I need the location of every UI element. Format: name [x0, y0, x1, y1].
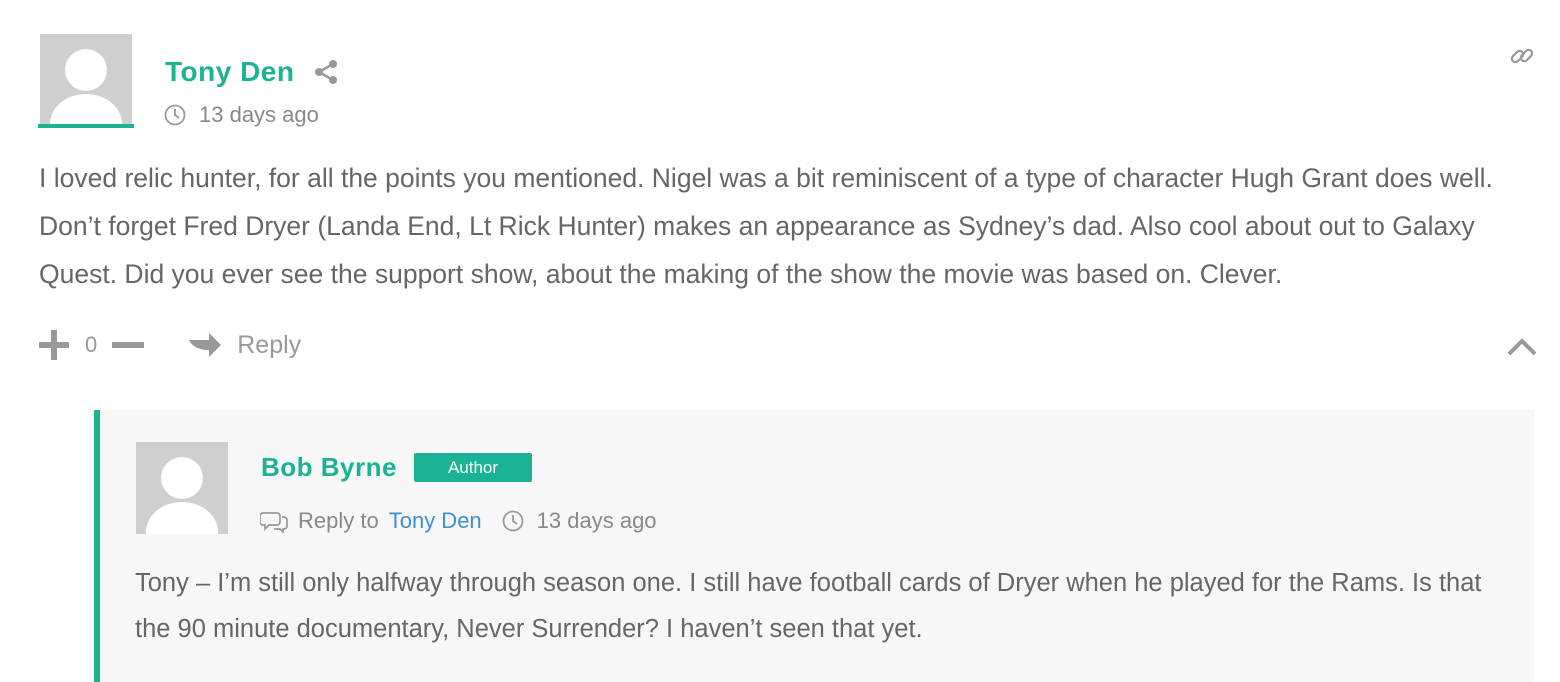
- clock-icon: [502, 510, 524, 532]
- comment-author-name[interactable]: Tony Den: [165, 56, 294, 88]
- upvote-button[interactable]: [37, 328, 71, 362]
- vote-count: 0: [85, 332, 98, 357]
- reply-arrow-icon: [189, 333, 222, 357]
- reply-to-link[interactable]: Tony Den: [389, 508, 482, 534]
- comment-meta: 13 days ago: [164, 102, 319, 128]
- author-badge: Author: [414, 453, 532, 482]
- reply-to-label: Reply to: [298, 508, 379, 533]
- reply-to-icon: [260, 512, 288, 533]
- avatar: [40, 34, 132, 126]
- comment-time[interactable]: 13 days ago: [199, 102, 319, 128]
- upvote-icon: [39, 330, 69, 360]
- reply-text: Tony – I’m still only halfway through se…: [135, 569, 1482, 643]
- share-icon[interactable]: [312, 58, 340, 86]
- avatar-underline: [38, 124, 134, 128]
- reply-author-name[interactable]: Bob Byrne: [261, 452, 397, 483]
- downvote-button[interactable]: [111, 328, 145, 362]
- comment-actions: 0 Reply: [37, 328, 301, 362]
- comment-text: I loved relic hunter, for all the points…: [39, 163, 1493, 289]
- downvote-icon: [112, 342, 145, 348]
- clock-icon: [164, 104, 186, 126]
- reply-meta: Reply to Tony Den 13 days ago: [260, 508, 657, 534]
- reply-button[interactable]: Reply: [187, 331, 301, 360]
- reply-time[interactable]: 13 days ago: [537, 508, 657, 534]
- reply-avatar: [136, 442, 228, 534]
- collapse-icon[interactable]: [1506, 336, 1538, 358]
- link-icon[interactable]: [1508, 42, 1536, 70]
- reply-label: Reply: [237, 330, 302, 359]
- reply-indent-bar: [94, 410, 100, 682]
